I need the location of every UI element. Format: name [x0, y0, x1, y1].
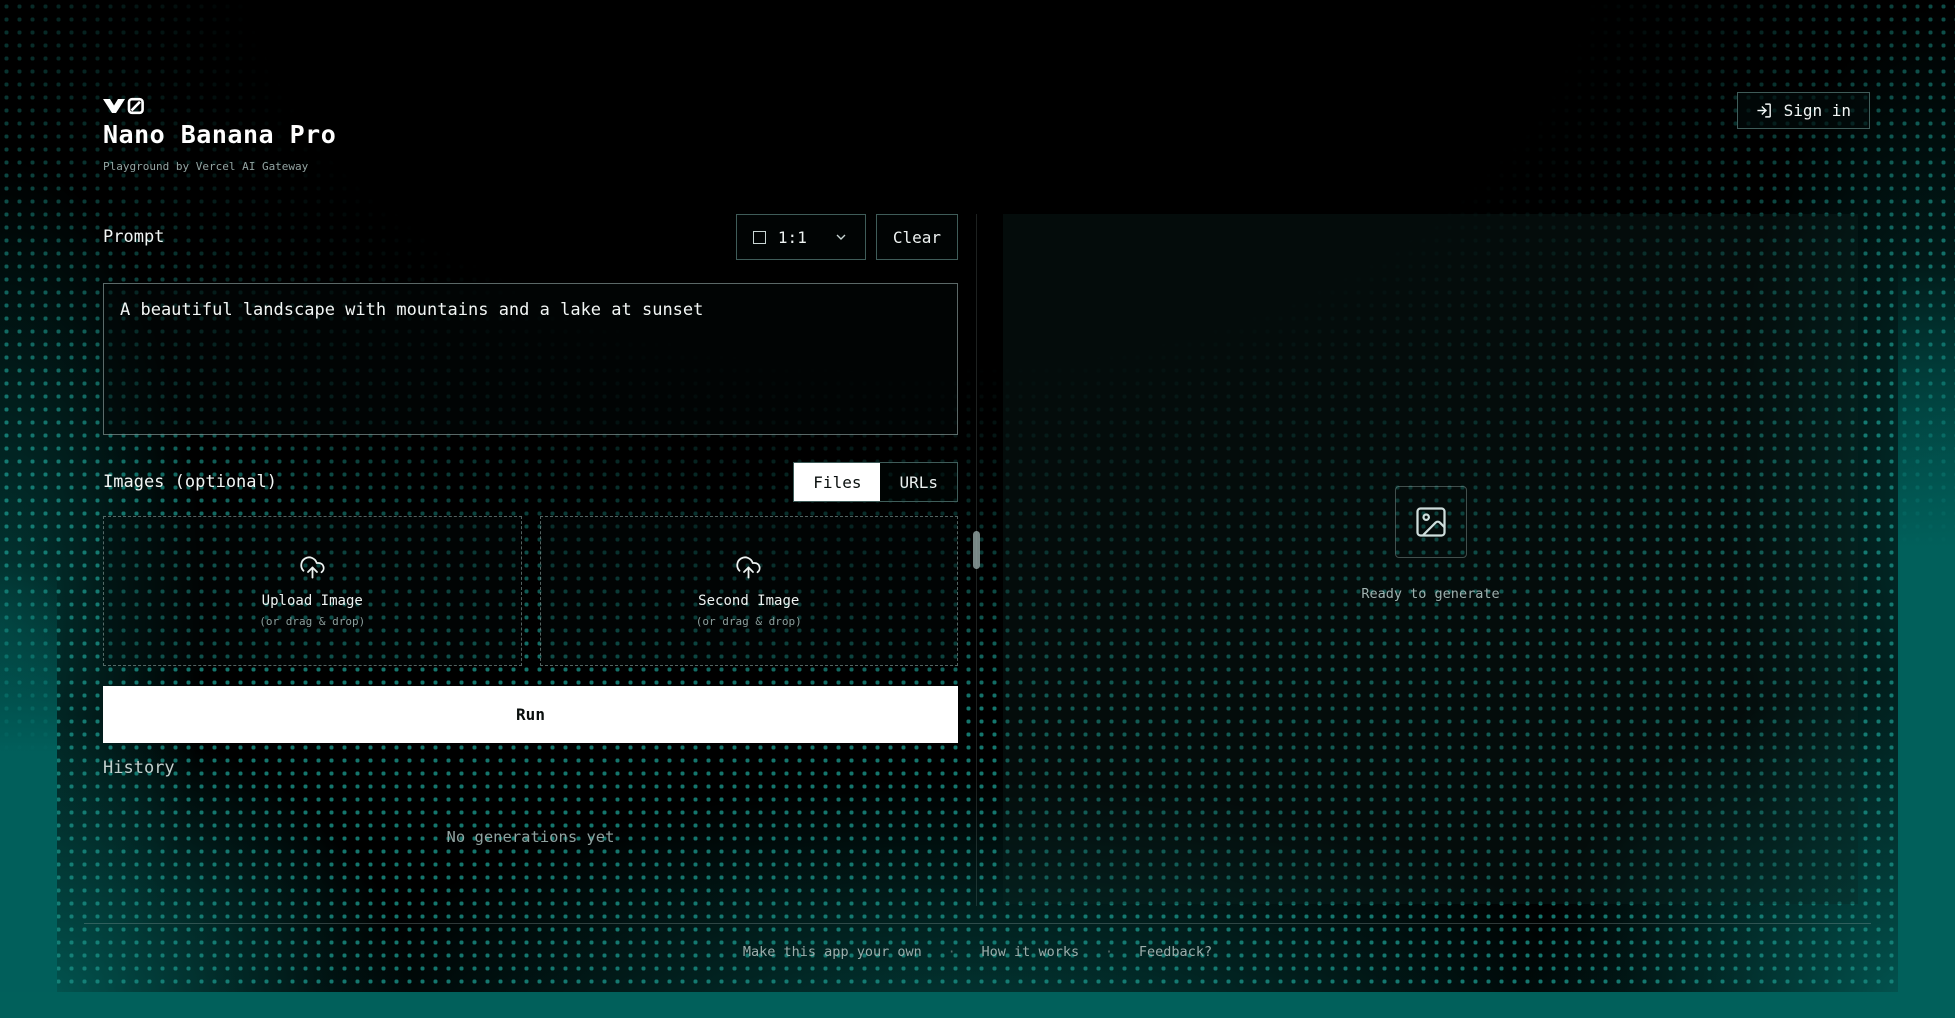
image-icon	[1413, 504, 1449, 540]
footer-link-how-it-works[interactable]: How it works	[982, 944, 1080, 960]
panel-resize-handle[interactable]	[973, 531, 980, 569]
footer-divider	[84, 923, 1871, 924]
app-page: Nano Banana Pro Playground by Vercel AI …	[0, 0, 1955, 1018]
upload-cloud-icon	[735, 554, 762, 581]
upload-hint: (or drag & drop)	[696, 615, 802, 628]
history-empty-text: No generations yet	[103, 828, 958, 846]
prompt-column: Prompt 1:1 Clear A beautiful landscape w…	[103, 214, 958, 846]
tab-urls[interactable]: URLs	[880, 463, 957, 501]
upload-hint: (or drag & drop)	[259, 615, 365, 628]
footer-separator: ·	[1105, 945, 1113, 960]
run-button[interactable]: Run	[103, 686, 958, 743]
prompt-input[interactable]: A beautiful landscape with mountains and…	[103, 283, 958, 435]
square-icon	[753, 231, 766, 244]
preview-status-text: Ready to generate	[1361, 586, 1499, 602]
tab-files[interactable]: Files	[794, 463, 880, 501]
history-label: History	[103, 758, 958, 778]
aspect-ratio-value: 1:1	[778, 228, 807, 247]
preview-placeholder	[1395, 486, 1467, 558]
image-source-toggle: Files URLs	[793, 462, 958, 502]
sign-in-button[interactable]: Sign in	[1737, 92, 1870, 129]
footer-separator: ·	[948, 945, 956, 960]
clear-button[interactable]: Clear	[876, 214, 958, 260]
upload-title: Upload Image	[262, 593, 363, 609]
aspect-ratio-select[interactable]: 1:1	[736, 214, 866, 260]
preview-panel: Ready to generate	[1003, 214, 1858, 904]
upload-title: Second Image	[698, 593, 799, 609]
prompt-label: Prompt	[103, 227, 164, 247]
footer-link-make-your-own[interactable]: Make this app your own	[743, 944, 922, 960]
login-icon	[1756, 102, 1773, 119]
sign-in-label: Sign in	[1784, 101, 1851, 120]
footer: Make this app your own · How it works · …	[0, 944, 1955, 960]
page-subtitle: Playground by Vercel AI Gateway	[103, 160, 308, 173]
images-label: Images (optional)	[103, 472, 277, 492]
chevron-down-icon	[833, 229, 849, 245]
footer-link-feedback[interactable]: Feedback?	[1139, 944, 1212, 960]
upload-cloud-icon	[299, 554, 326, 581]
v0-logo-icon	[103, 96, 147, 116]
page-title: Nano Banana Pro	[103, 120, 336, 149]
second-image-dropzone[interactable]: Second Image (or drag & drop)	[540, 516, 959, 666]
upload-image-dropzone[interactable]: Upload Image (or drag & drop)	[103, 516, 522, 666]
